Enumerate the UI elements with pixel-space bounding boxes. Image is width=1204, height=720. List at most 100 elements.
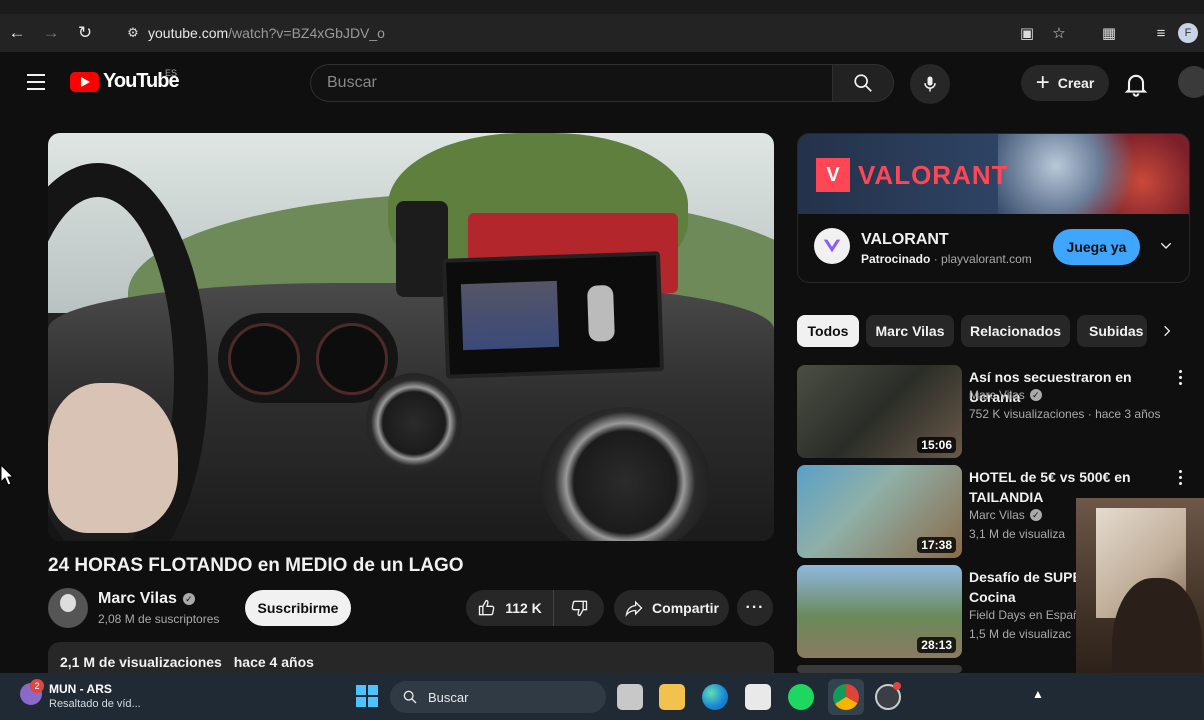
upload-age: hace 4 años [233, 654, 314, 670]
install-app-icon[interactable]: ▣ [1012, 14, 1042, 52]
more-actions-icon[interactable]: ··· [737, 590, 773, 626]
kebab-menu-icon[interactable] [1173, 367, 1187, 387]
video-duration: 28:13 [917, 637, 956, 653]
verified-check-icon: ✓ [1029, 509, 1042, 521]
file-explorer-icon[interactable] [659, 684, 685, 710]
country-code: ES [165, 68, 178, 78]
site-settings-icon[interactable]: ⚙ [118, 25, 148, 41]
plus-icon: + [1035, 69, 1050, 96]
chip-todos[interactable]: Todos [797, 315, 859, 347]
back-arrow-icon[interactable]: ← [0, 14, 34, 52]
video-title: 24 HORAS FLOTANDO en MEDIO de un LAGO [48, 555, 464, 576]
share-label: Compartir [652, 600, 719, 616]
extensions-puzzle-icon[interactable]: ▦ [1094, 14, 1124, 52]
valorant-emblem-icon [823, 239, 841, 253]
channel-name-text: Marc Vilas [98, 590, 177, 607]
thumbs-up-icon [479, 599, 495, 616]
video-frame-vent-left [366, 373, 462, 473]
subscribe-button[interactable]: Suscribirme [245, 590, 351, 626]
share-arrow-icon [625, 600, 643, 617]
channel-avatar[interactable] [48, 588, 88, 628]
recommendation-channel-text: Marc Vilas [969, 508, 1025, 522]
account-avatar[interactable] [1178, 66, 1204, 98]
ad-banner-text: VALORANT [858, 160, 1009, 190]
youtube-play-logo-icon [70, 71, 99, 92]
address-bar[interactable]: ⚙ youtube.com/watch?v=BZ4xGbJDV_o [118, 19, 1078, 47]
search-input[interactable] [310, 64, 832, 102]
verified-check-icon: ✓ [1029, 389, 1042, 401]
task-view-icon[interactable] [617, 684, 643, 710]
windows-start-icon[interactable] [356, 685, 378, 707]
dislike-button[interactable] [554, 590, 604, 626]
video-thumbnail[interactable]: 15:06 [797, 365, 962, 458]
share-button[interactable]: Compartir [614, 590, 729, 626]
url-text: youtube.com/watch?v=BZ4xGbJDV_o [148, 25, 385, 41]
windows-taskbar: 2 MUN - ARS Resaltado de víd... Buscar ▲ [0, 673, 1204, 720]
video-thumbnail[interactable]: 17:38 [797, 465, 962, 558]
spotify-icon[interactable] [788, 684, 814, 710]
search-button[interactable] [832, 64, 894, 102]
chrome-icon[interactable] [833, 684, 859, 710]
chevron-down-icon[interactable] [1154, 234, 1178, 258]
gauge-right [316, 323, 388, 395]
recommendation-meta: 1,5 M de visualizac [969, 627, 1072, 641]
search-box [310, 64, 894, 102]
tray-chevron-up-icon[interactable]: ▲ [1032, 687, 1044, 701]
video-duration: 17:38 [917, 537, 956, 553]
video-frame-phone-holder [396, 201, 448, 297]
chevron-right-icon[interactable] [1154, 318, 1180, 344]
bookmark-star-icon[interactable]: ☆ [1044, 14, 1074, 52]
like-button[interactable]: 112 K [466, 590, 554, 626]
chip-subidas[interactable]: Subidas [1077, 315, 1147, 347]
widget-title[interactable]: MUN - ARS [49, 682, 112, 696]
browser-toolbar: ← → ↻ ⚙ youtube.com/watch?v=BZ4xGbJDV_o … [0, 14, 1204, 52]
recommendation-channel: Marc Vilas ✓ [969, 508, 1042, 522]
sponsored-label: Patrocinado [861, 252, 931, 266]
youtube-header: YouTube ES + Crear [0, 52, 1204, 112]
widget-subtitle[interactable]: Resaltado de víd... [49, 698, 141, 710]
search-icon [403, 690, 417, 704]
edge-browser-icon[interactable] [702, 684, 728, 710]
browser-profile-avatar[interactable]: F [1178, 23, 1198, 43]
sponsored-line: Patrocinado · playvalorant.com [861, 252, 1032, 266]
chip-marc-vilas[interactable]: Marc Vilas [866, 315, 954, 347]
video-frame-hand [48, 383, 178, 533]
notifications-bell-icon[interactable] [1122, 70, 1150, 98]
create-button[interactable]: + Crear [1021, 65, 1109, 101]
voice-search-button[interactable] [910, 64, 950, 104]
kebab-menu-icon[interactable] [1173, 467, 1187, 487]
channel-name[interactable]: Marc Vilas ✓ [98, 590, 195, 608]
media-queue-icon[interactable]: ≡ [1146, 14, 1176, 52]
reload-icon[interactable]: ↻ [68, 14, 102, 52]
like-count: 112 K [505, 600, 542, 616]
valorant-logo-icon: V [816, 158, 850, 192]
video-player[interactable] [48, 133, 774, 541]
video-duration: 15:06 [917, 437, 956, 453]
parking-sensor-car [587, 284, 615, 342]
video-frame-instrument-cluster [218, 313, 398, 403]
taskbar-search[interactable]: Buscar [390, 681, 606, 713]
ad-card[interactable]: V VALORANT VALORANT Patrocinado · playva… [797, 133, 1190, 283]
video-thumbnail[interactable] [797, 665, 962, 673]
taskbar-search-label: Buscar [428, 689, 469, 705]
youtube-logo[interactable]: YouTube [70, 70, 180, 93]
microsoft-store-icon[interactable] [745, 684, 771, 710]
subscriber-count: 2,08 M de suscriptores [98, 612, 220, 626]
advertiser-icon[interactable] [814, 228, 850, 264]
hamburger-menu-icon[interactable] [20, 66, 52, 98]
advertiser-name: VALORANT [861, 231, 949, 248]
create-label: Crear [1057, 75, 1095, 91]
app-alert-dot [893, 682, 901, 690]
chip-relacionados[interactable]: Relacionados [961, 315, 1070, 347]
ad-cta-button[interactable]: Juega ya [1053, 229, 1140, 265]
ad-banner[interactable]: V VALORANT [798, 134, 1189, 214]
forward-arrow-icon[interactable]: → [34, 14, 68, 52]
ad-banner-artwork [998, 134, 1189, 214]
video-thumbnail[interactable]: 28:13 [797, 565, 962, 658]
video-frame-infotainment-screen [441, 251, 665, 379]
thumbs-down-icon [571, 600, 588, 617]
rear-camera-view [460, 280, 560, 351]
notification-badge: 2 [30, 679, 44, 693]
recommendation-item[interactable]: 15:06 Así nos secuestraron en Ucrania Ma… [797, 365, 1190, 459]
search-icon [854, 74, 872, 92]
